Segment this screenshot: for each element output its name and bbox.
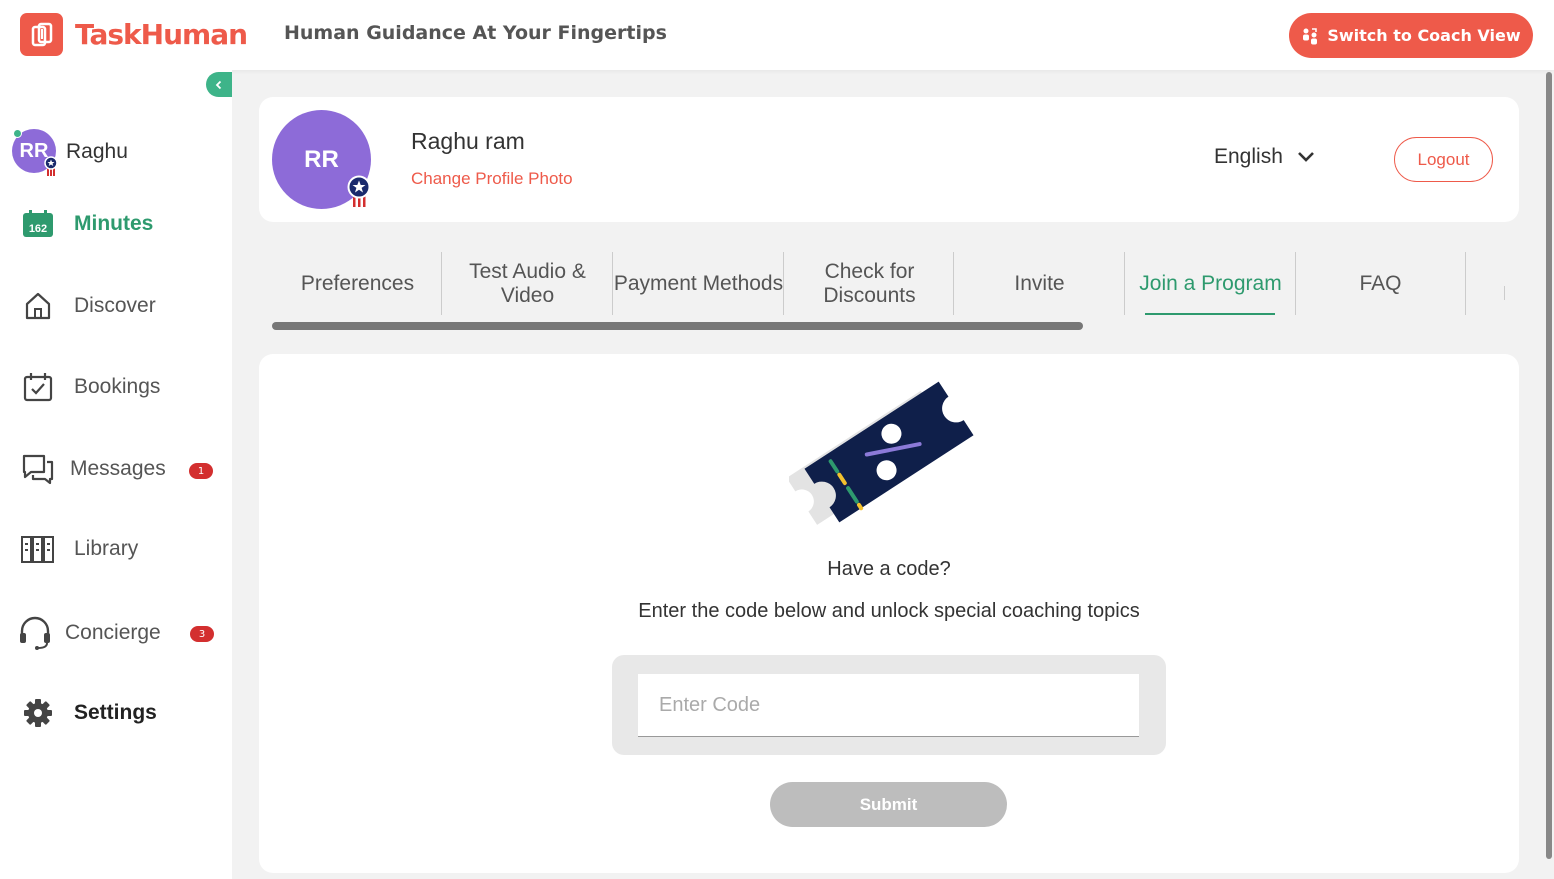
messages-unread-badge: 1	[189, 463, 213, 479]
people-swap-icon	[1303, 27, 1318, 44]
settings-tabs: Preferences Test Audio & Video Payment M…	[272, 252, 1512, 315]
concierge-unread-badge: 3	[190, 626, 214, 642]
logo-icon	[20, 13, 63, 56]
profile-card: RR Raghu ram Change Profile Photo Englis…	[259, 97, 1519, 222]
minutes-count: 162	[29, 223, 47, 235]
sidebar-item-bookings[interactable]: Bookings	[18, 371, 160, 403]
tab-divider	[1504, 286, 1505, 300]
minutes-calendar-icon: 162	[18, 209, 58, 239]
tab-payment-methods[interactable]: Payment Methods	[613, 252, 784, 315]
sidebar-item-discover[interactable]: Discover	[18, 290, 156, 322]
language-value: English	[1214, 145, 1283, 168]
chat-icon	[18, 453, 58, 485]
ticket-illustration-icon	[789, 381, 974, 525]
sidebar-item-concierge[interactable]: Concierge	[18, 615, 161, 651]
member-badge-icon	[44, 156, 58, 176]
top-header: TaskHuman Human Guidance At Your Fingert…	[0, 0, 1554, 70]
profile-name: Raghu ram	[411, 128, 525, 154]
sidebar-item-label: Bookings	[74, 375, 161, 398]
home-icon	[18, 290, 58, 322]
collapse-sidebar-button[interactable]	[206, 72, 232, 97]
sidebar-item-label: Library	[74, 537, 139, 560]
sidebar-item-label: Settings	[74, 701, 157, 724]
tab-preferences[interactable]: Preferences	[272, 252, 443, 315]
sidebar-item-label: Concierge	[65, 621, 161, 644]
headset-icon	[18, 615, 52, 651]
tab-test-audio-video[interactable]: Test Audio & Video	[442, 252, 613, 315]
chevron-left-icon	[215, 80, 222, 89]
tab-join-a-program[interactable]: Join a Program	[1125, 252, 1296, 315]
submit-code-button[interactable]: Submit	[770, 782, 1007, 827]
tabs-horizontal-scrollbar[interactable]	[272, 322, 1083, 330]
app-logo[interactable]: TaskHuman	[20, 13, 248, 56]
tab-check-for-discounts[interactable]: Check for Discounts	[784, 252, 955, 315]
brand-name: TaskHuman	[75, 18, 248, 51]
library-icon	[18, 534, 58, 564]
logout-button[interactable]: Logout	[1394, 137, 1493, 182]
member-badge-icon	[347, 175, 371, 207]
sidebar-item-label: Messages	[70, 457, 166, 480]
calendar-check-icon	[18, 371, 58, 403]
change-profile-photo-link[interactable]: Change Profile Photo	[411, 169, 573, 189]
code-description: Enter the code below and unlock special …	[638, 600, 1140, 622]
tab-faq[interactable]: FAQ	[1295, 252, 1466, 315]
tagline: Human Guidance At Your Fingertips	[284, 22, 667, 44]
sidebar-item-messages[interactable]: Messages	[18, 453, 166, 485]
language-select[interactable]: English	[1214, 145, 1315, 169]
code-input-wrapper	[612, 655, 1166, 755]
coach-button-label: Switch to Coach View	[1327, 26, 1521, 45]
have-code-heading: Have a code?	[827, 558, 951, 580]
minutes-label: Minutes	[74, 212, 154, 235]
tab-invite[interactable]: Invite	[954, 252, 1125, 315]
gear-icon	[18, 697, 58, 729]
sidebar-item-label: Discover	[74, 294, 156, 317]
enter-code-input[interactable]	[638, 674, 1139, 737]
page-vertical-scrollbar[interactable]	[1546, 72, 1552, 859]
online-status-dot	[13, 129, 22, 138]
switch-to-coach-view-button[interactable]: Switch to Coach View	[1289, 13, 1533, 58]
chevron-down-icon	[1297, 152, 1314, 162]
sidebar-item-library[interactable]: Library	[18, 534, 138, 564]
join-program-panel: Have a code? Enter the code below and un…	[259, 354, 1519, 873]
sidebar-user-name[interactable]: Raghu	[66, 140, 128, 164]
sidebar-item-settings[interactable]: Settings	[18, 697, 157, 729]
tab-divider	[1465, 252, 1466, 315]
sidebar-item-minutes[interactable]: 162 Minutes	[18, 209, 153, 239]
active-tab-indicator	[1145, 313, 1275, 315]
